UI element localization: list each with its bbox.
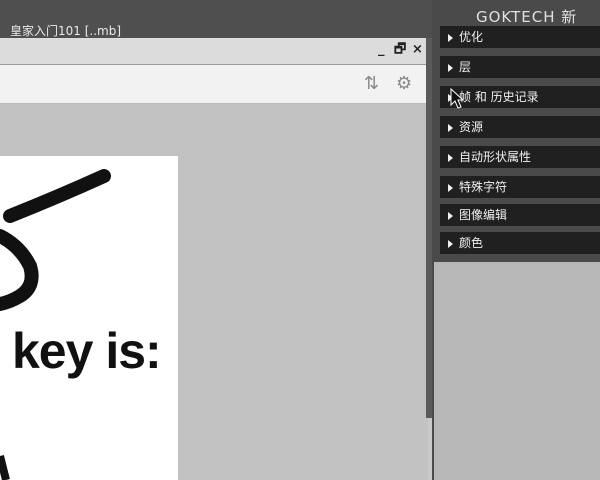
panel-label: 自动形状属性 xyxy=(459,150,532,164)
panel-image-edit[interactable]: 图像编辑 xyxy=(440,204,600,226)
options-icon[interactable]: ⚙ xyxy=(396,73,412,94)
panel-special-characters[interactable]: 特殊字符 xyxy=(440,176,600,198)
watermark: GOKTECH 新 xyxy=(476,8,578,26)
expand-arrow-icon xyxy=(448,123,453,132)
artboard[interactable]: key is: xyxy=(0,156,178,480)
panel-label: 特殊字符 xyxy=(459,180,508,194)
expand-arrow-icon xyxy=(448,239,453,248)
expand-arrow-icon xyxy=(448,211,453,220)
expand-arrow-icon xyxy=(448,153,453,162)
panel-label: 层 xyxy=(459,60,472,74)
panel-layers[interactable]: 层 xyxy=(440,56,600,78)
panel-colors[interactable]: 颜色 xyxy=(440,232,600,254)
sort-icon[interactable]: ⇅ xyxy=(364,73,379,94)
expand-arrow-icon xyxy=(448,183,453,192)
panel-label: 颜色 xyxy=(459,236,484,250)
document-titlebar: _ 🗗 × xyxy=(0,38,428,65)
app-title: 皇家入门101 [..mb] xyxy=(10,24,122,38)
minimize-button[interactable]: _ xyxy=(378,42,385,58)
panel-label: 图像编辑 xyxy=(459,208,508,222)
canvas-area[interactable]: key is: xyxy=(0,104,428,480)
artboard-text: key is: xyxy=(12,323,162,379)
panel-assets[interactable]: 资源 xyxy=(440,116,600,138)
panel-frames-history[interactable]: 帧 和 历史记录 xyxy=(440,86,600,108)
panel-auto-shape-properties[interactable]: 自动形状属性 xyxy=(440,146,600,168)
app-titlebar: 皇家入门101 [..mb] xyxy=(0,0,432,38)
panel-label: 资源 xyxy=(459,120,484,134)
document-toolbar: ⇅ ⚙ xyxy=(0,65,428,104)
expand-arrow-icon xyxy=(448,63,453,72)
close-button[interactable]: × xyxy=(412,42,423,58)
mouse-cursor-icon xyxy=(450,88,464,109)
brush-stroke-graphic xyxy=(0,169,111,480)
panel-label: 帧 和 历史记录 xyxy=(459,90,539,104)
panel-optimize[interactable]: 优化 xyxy=(440,26,600,48)
document-window: _ 🗗 × ⇅ ⚙ key is: xyxy=(0,38,428,480)
panel-empty-area xyxy=(434,262,600,480)
panel-dock: 优化 层 帧 和 历史记录 资源 自动形状属性 特殊字符 图像编辑 颜色 xyxy=(432,0,600,480)
restore-button[interactable]: 🗗 xyxy=(394,42,406,58)
expand-arrow-icon xyxy=(448,33,453,42)
panel-label: 优化 xyxy=(459,30,484,44)
